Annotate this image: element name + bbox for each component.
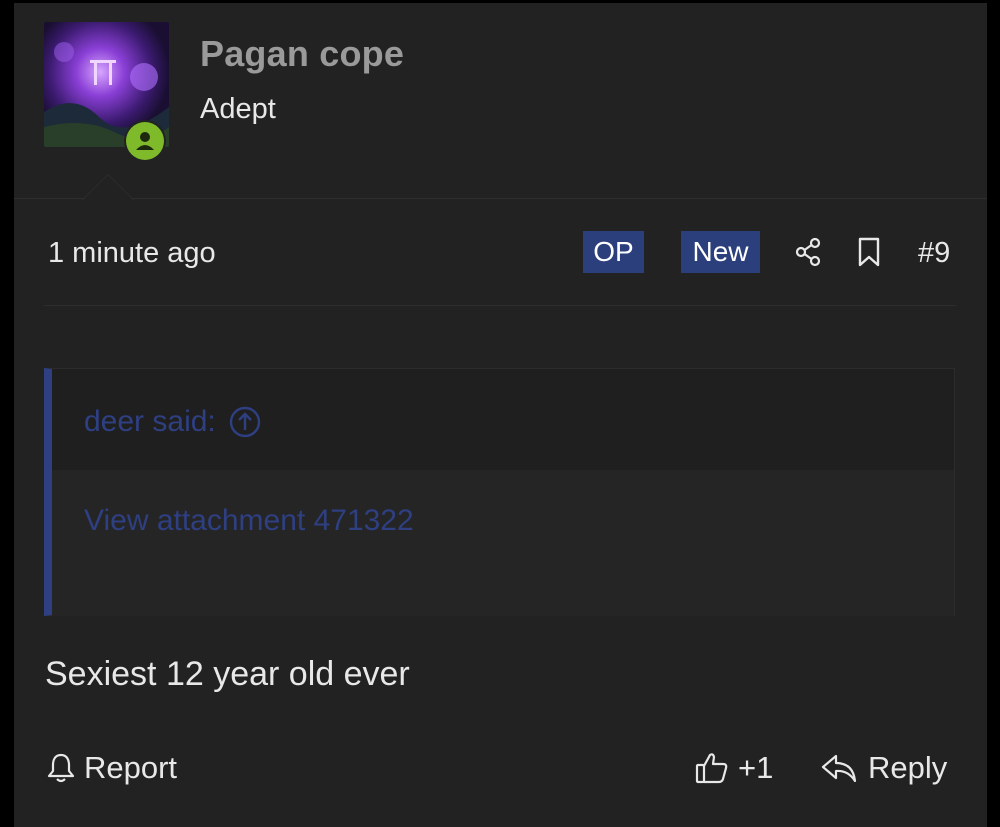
online-status-badge — [124, 120, 166, 162]
reply-arrow-icon — [821, 754, 857, 783]
report-button[interactable]: Report — [46, 750, 177, 786]
divider — [44, 305, 956, 306]
user-online-icon — [126, 122, 164, 160]
bookmark-icon[interactable] — [852, 235, 886, 269]
like-button[interactable]: +1 — [694, 750, 773, 786]
quote-author-label: deer said: — [84, 405, 216, 438]
share-icon[interactable] — [792, 235, 826, 269]
quote-header: deer said: — [52, 369, 954, 470]
arrow-up-circle-icon[interactable] — [228, 405, 262, 439]
report-label: Report — [84, 750, 178, 785]
like-count: +1 — [738, 750, 774, 785]
new-badge: New — [681, 231, 760, 273]
reply-label: Reply — [868, 750, 948, 785]
quote-body: View attachment 471322 — [52, 470, 954, 616]
post-meta: 1 minute ago OP New #9 — [44, 225, 956, 285]
attachment-link[interactable]: View attachment 471322 — [84, 504, 414, 538]
header-pointer — [82, 174, 134, 200]
post-header: Pagan cope Adept — [14, 3, 987, 200]
post-footer: Report +1 Reply — [44, 748, 956, 798]
user-title: Adept — [200, 93, 276, 125]
bell-icon — [47, 753, 75, 783]
thumbs-up-icon — [695, 753, 728, 784]
op-badge: OP — [583, 231, 644, 273]
quote-author-link[interactable]: deer said: — [84, 405, 262, 439]
reply-button[interactable]: Reply — [820, 750, 947, 786]
post-time[interactable]: 1 minute ago — [48, 237, 216, 270]
username-link[interactable]: Pagan cope — [200, 33, 404, 75]
post-number-link[interactable]: #9 — [918, 237, 950, 270]
post-message: Sexiest 12 year old ever — [45, 655, 410, 693]
quote-block: deer said: View attachment 471322 — [44, 368, 955, 616]
forum-post: Pagan cope Adept 1 minute ago OP New #9 — [14, 3, 987, 827]
